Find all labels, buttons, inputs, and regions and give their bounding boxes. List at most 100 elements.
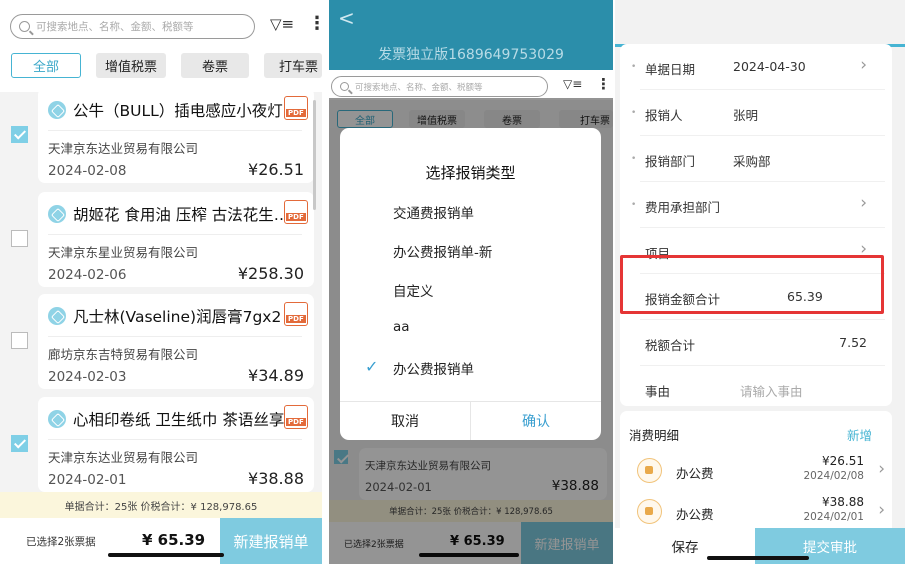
- bottom-bar: 已选择2张票据 ¥ 65.39 新建报销单: [0, 518, 322, 564]
- invoice-type-icon: [48, 307, 66, 325]
- expense-amount: ¥26.51: [822, 454, 864, 468]
- required-dot: •: [631, 108, 637, 118]
- invoice-card[interactable]: 公牛（BULL）插电感应小夜灯… PDF 天津京东达业贸易有限公司 2024-0…: [38, 88, 314, 183]
- home-indicator: [707, 556, 809, 560]
- cancel-button[interactable]: 取消: [340, 402, 471, 440]
- reason-placeholder: 请输入事由: [740, 384, 803, 399]
- field-cost-department[interactable]: • 费用承担部门 ›: [631, 182, 885, 228]
- details-title: 消费明细: [629, 428, 680, 443]
- invoice-card[interactable]: 凡士林(Vaseline)润唇膏7gx2 … PDF 廊坊京东吉特贸易有限公司 …: [38, 294, 314, 389]
- scrollbar[interactable]: [313, 100, 316, 210]
- expense-row[interactable]: 办公费 ¥38.88 2024/02/01 ›: [630, 492, 888, 532]
- chevron-right-icon: ›: [860, 55, 867, 75]
- field-value: 采购部: [733, 154, 771, 169]
- search-input[interactable]: 可搜索地点、名称、金额、税额等: [10, 14, 255, 39]
- filter-icon[interactable]: ▽≡: [563, 77, 582, 91]
- action-bar: 保存 提交审批: [615, 528, 905, 564]
- pdf-icon[interactable]: PDF: [284, 96, 308, 120]
- pdf-label: PDF: [286, 418, 306, 426]
- selected-total: ¥ 65.39: [142, 531, 206, 549]
- field-claimant[interactable]: • 报销人 张明: [631, 90, 885, 136]
- select-type-screen: < 发票独立版1689649753029 可搜索地点、名称、金额、税额等 ▽≡ …: [329, 0, 613, 564]
- invoice-date: 2024-02-03: [48, 369, 127, 385]
- option-custom[interactable]: 自定义: [393, 280, 434, 300]
- pdf-icon[interactable]: PDF: [284, 200, 308, 224]
- tab-vat[interactable]: 增值税票: [96, 53, 166, 78]
- expense-row[interactable]: 办公费 ¥26.51 2024/02/08 ›: [630, 451, 888, 491]
- field-label: 税额合计: [645, 338, 696, 353]
- expense-name: 办公费: [676, 466, 714, 481]
- required-dot: •: [631, 154, 637, 164]
- field-label: 费用承担部门: [645, 200, 721, 215]
- dialog-title: 选择报销类型: [425, 164, 516, 182]
- invoice-date: 2024-02-01: [48, 472, 127, 488]
- invoice-checkbox[interactable]: [11, 435, 28, 452]
- invoice-amount: ¥38.88: [248, 469, 304, 488]
- field-label: 报销部门: [645, 154, 696, 169]
- option-aa[interactable]: aa: [393, 319, 410, 335]
- confirm-button[interactable]: 确认: [471, 402, 601, 440]
- invoice-title: 心相印卷纸 卫生纸巾 茶语丝享…: [73, 411, 300, 429]
- invoice-checkbox[interactable]: [11, 126, 28, 143]
- divider: [48, 234, 302, 235]
- highlight-box: [620, 255, 884, 314]
- expense-category-icon: [637, 458, 662, 483]
- pdf-icon[interactable]: PDF: [284, 302, 308, 326]
- reimbursement-form-screen: • 单据日期 2024-04-30 › • 报销人 张明 • 报销部门 采购部 …: [615, 0, 905, 564]
- expense-category-icon: [637, 499, 662, 524]
- option-office-new[interactable]: 办公费报销单-新: [393, 241, 492, 261]
- filter-icon[interactable]: ▽≡: [270, 15, 294, 33]
- field-label: 报销人: [645, 108, 683, 123]
- back-icon[interactable]: <: [338, 6, 355, 30]
- tab-all[interactable]: 全部: [11, 53, 81, 78]
- field-value: 2024-04-30: [733, 59, 806, 74]
- field-reason[interactable]: 事由 请输入事由: [640, 366, 885, 412]
- invoice-date: 2024-02-08: [48, 163, 127, 179]
- option-office[interactable]: 办公费报销单: [393, 358, 474, 378]
- invoice-card[interactable]: 心相印卷纸 卫生纸巾 茶语丝享… PDF 天津京东达业贸易有限公司 2024-0…: [38, 397, 314, 492]
- new-reimbursement-button[interactable]: 新建报销单: [220, 518, 322, 564]
- invoice-type-icon: [48, 410, 66, 428]
- invoice-date: 2024-02-06: [48, 267, 127, 283]
- field-date[interactable]: • 单据日期 2024-04-30 ›: [631, 44, 885, 90]
- invoice-card[interactable]: 胡姬花 食用油 压榨 古法花生… PDF 天津京东星业贸易有限公司 2024-0…: [38, 192, 314, 287]
- field-value: 7.52: [839, 335, 867, 350]
- search-input[interactable]: 可搜索地点、名称、金额、税额等: [331, 76, 548, 97]
- page-title: 发票独立版1689649753029: [378, 47, 564, 63]
- tab-roll[interactable]: 卷票: [181, 53, 249, 78]
- invoice-type-icon: [48, 101, 66, 119]
- pdf-label: PDF: [286, 315, 306, 323]
- invoice-amount: ¥34.89: [248, 366, 304, 385]
- chevron-right-icon: ›: [860, 193, 867, 213]
- required-dot: •: [631, 62, 637, 72]
- dialog-actions: 取消 确认: [340, 401, 601, 440]
- pdf-icon[interactable]: PDF: [284, 405, 308, 429]
- expense-date: 2024/02/01: [803, 511, 864, 523]
- divider: [48, 130, 302, 131]
- add-detail-button[interactable]: 新增: [847, 425, 872, 444]
- chevron-right-icon: ›: [878, 459, 885, 479]
- invoice-company: 天津京东星业贸易有限公司: [48, 245, 199, 260]
- expense-name: 办公费: [676, 507, 714, 522]
- invoice-list-screen: 可搜索地点、名称、金额、税额等 ▽≡ ⋮ 全部 增值税票 卷票 打车票 公牛（B…: [0, 0, 322, 564]
- pdf-label: PDF: [286, 109, 306, 117]
- invoice-checkbox[interactable]: [11, 230, 28, 247]
- search-icon: [340, 82, 349, 91]
- expense-date: 2024/02/08: [803, 470, 864, 482]
- invoice-checkbox[interactable]: [11, 332, 28, 349]
- home-indicator: [108, 553, 224, 557]
- search-placeholder: 可搜索地点、名称、金额、税额等: [355, 82, 483, 93]
- invoice-type-icon: [48, 205, 66, 223]
- invoice-company: 廊坊京东吉特贸易有限公司: [48, 347, 199, 362]
- field-label: 事由: [645, 384, 671, 399]
- option-transport[interactable]: 交通费报销单: [393, 202, 474, 222]
- field-department[interactable]: • 报销部门 采购部: [631, 136, 885, 182]
- required-dot: •: [631, 200, 637, 210]
- more-icon[interactable]: ⋮: [308, 13, 322, 34]
- selected-count: 已选择2张票据: [26, 536, 96, 548]
- search-placeholder: 可搜索地点、名称、金额、税额等: [36, 21, 194, 33]
- more-icon[interactable]: ⋮: [596, 75, 611, 93]
- field-label: 单据日期: [645, 62, 696, 77]
- tab-taxi[interactable]: 打车票: [264, 53, 322, 78]
- invoice-company: 天津京东达业贸易有限公司: [48, 450, 199, 465]
